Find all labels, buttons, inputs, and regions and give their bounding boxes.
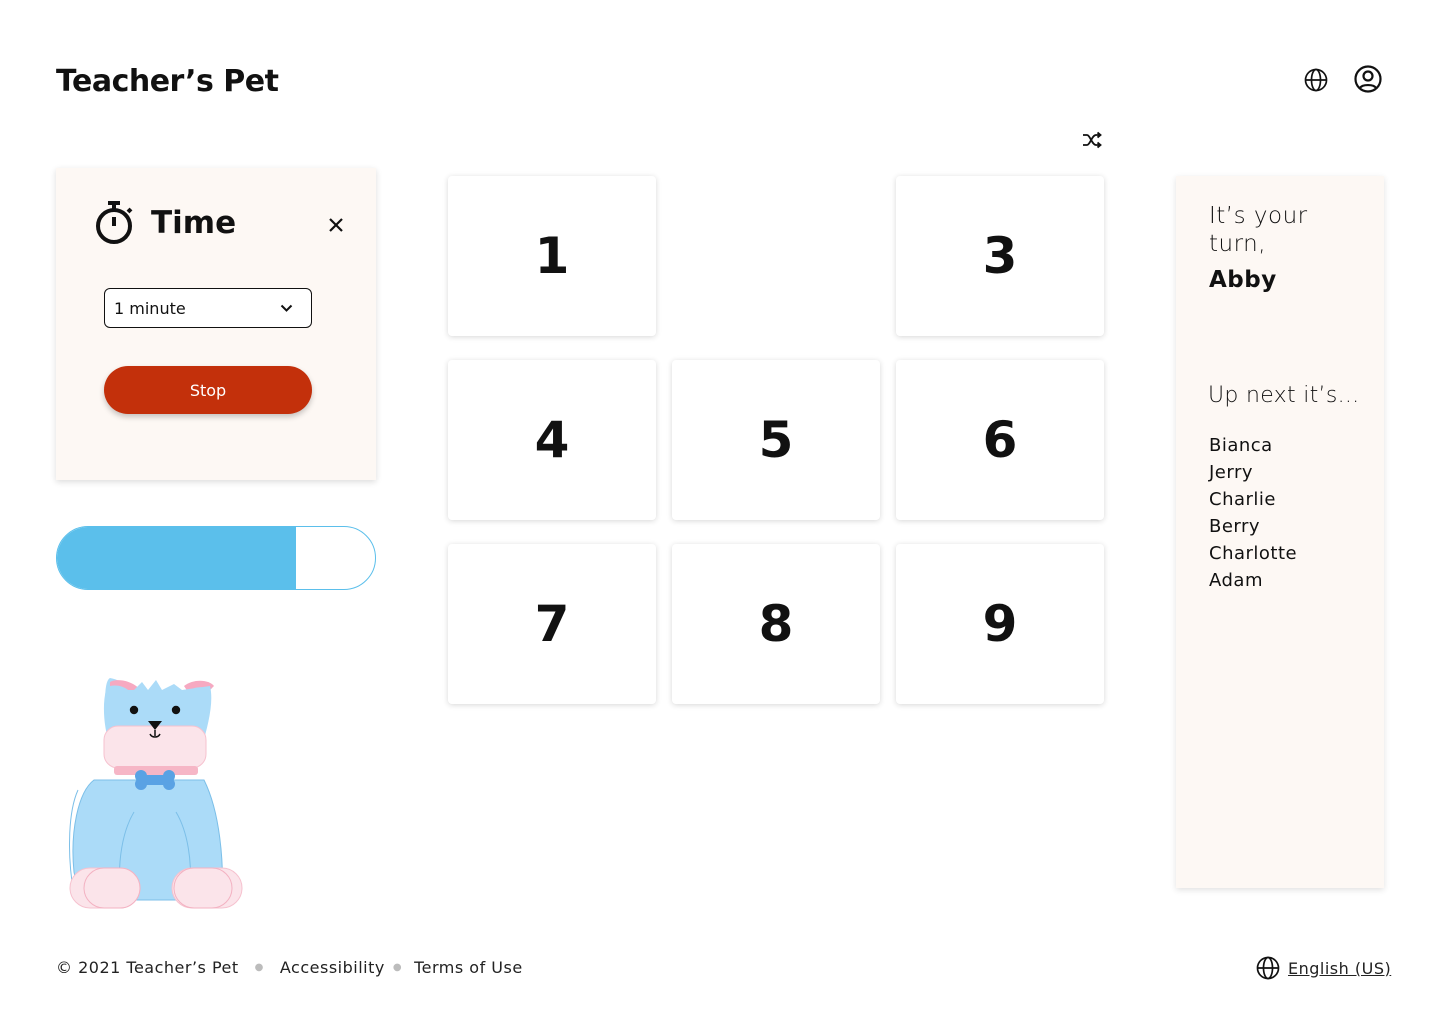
language-button[interactable]	[1302, 66, 1330, 94]
terms-of-use-link[interactable]: Terms of Use	[414, 958, 523, 977]
globe-icon	[1256, 956, 1280, 980]
footer: © 2021 Teacher’s Pet ● Accessibility ● T…	[56, 958, 523, 977]
number-tile-1[interactable]: 1	[448, 176, 656, 336]
app-title: Teacher’s Pet	[56, 64, 279, 99]
number-tile-4[interactable]: 4	[448, 360, 656, 520]
accessibility-link[interactable]: Accessibility	[280, 958, 385, 977]
up-next-student: Adam	[1209, 570, 1263, 591]
footer-separator: ●	[254, 962, 264, 973]
turn-label: It’s your turn,	[1209, 203, 1308, 257]
timer-progress-bar	[56, 526, 376, 590]
up-next-student: Bianca	[1209, 435, 1273, 456]
stop-button[interactable]: Stop	[104, 366, 312, 414]
number-tile-7[interactable]: 7	[448, 544, 656, 704]
account-button[interactable]	[1352, 63, 1384, 95]
language-label: English (US)	[1288, 958, 1392, 978]
duration-selected-value: 1 minute	[114, 298, 186, 318]
stopwatch-icon	[96, 201, 133, 244]
globe-icon	[1304, 68, 1328, 92]
number-tile-6[interactable]: 6	[896, 360, 1104, 520]
up-next-student: Charlie	[1209, 489, 1276, 510]
up-next-student: Berry	[1209, 516, 1261, 537]
timer-title: Time	[151, 205, 237, 241]
duration-select[interactable]: 1 minute	[104, 288, 312, 328]
number-tile-9[interactable]: 9	[896, 544, 1104, 704]
up-next-list: Bianca Jerry Charlie Berry Charlotte Ada…	[1209, 432, 1297, 594]
shuffle-button[interactable]	[1080, 129, 1104, 151]
close-icon	[329, 218, 343, 232]
up-next-student: Charlotte	[1209, 543, 1298, 564]
language-selector[interactable]: English (US)	[1256, 956, 1391, 980]
number-tile-5[interactable]: 5	[672, 360, 880, 520]
up-next-student: Jerry	[1209, 462, 1254, 483]
shuffle-icon	[1083, 131, 1102, 149]
chevron-down-icon	[280, 304, 293, 312]
user-circle-icon	[1354, 65, 1382, 93]
timer-progress-fill	[57, 527, 296, 589]
close-timer-button[interactable]	[324, 213, 348, 237]
up-next-label: Up next it’s...	[1208, 383, 1360, 408]
number-tile-8[interactable]: 8	[672, 544, 880, 704]
current-student-name: Abby	[1209, 267, 1277, 293]
copyright-text: © 2021 Teacher’s Pet	[56, 958, 239, 977]
dog-mascot-illustration	[69, 678, 243, 909]
number-tile-3[interactable]: 3	[896, 176, 1104, 336]
footer-separator: ●	[392, 962, 403, 973]
